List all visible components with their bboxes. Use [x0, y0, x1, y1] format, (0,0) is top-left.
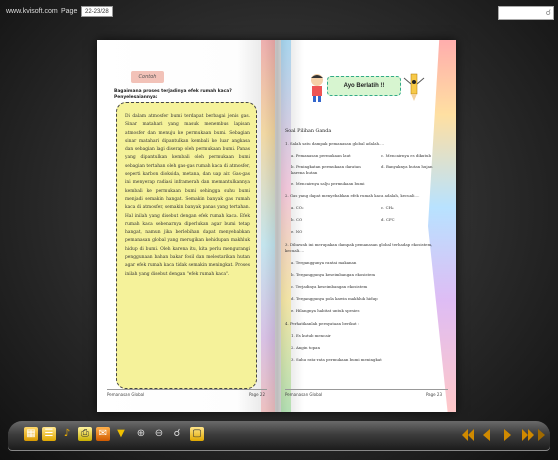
footer-title: Pemanasan Global	[107, 392, 145, 397]
question-2: 2. Gas yang dapat menyebabkan efek rumah…	[285, 193, 420, 198]
left-footer: Pemanasan Global Page 22	[107, 389, 267, 398]
option: b. CO	[291, 217, 303, 222]
question-3-continued: kecuali....	[285, 248, 305, 253]
statement: 2. Angin topan	[291, 345, 320, 350]
bookmark-icon[interactable]: ☰	[42, 427, 56, 441]
fullscreen-icon[interactable]: ▢	[190, 427, 204, 441]
page-corner-decoration	[428, 40, 456, 412]
next-page-icon[interactable]	[504, 429, 511, 441]
search-input[interactable]: ☌	[498, 6, 554, 20]
site-link[interactable]: www.kvisoft.com	[6, 8, 58, 15]
option: e. Mencairnya salju permukaan bumi	[291, 181, 365, 186]
sound-icon[interactable]: ♪	[60, 427, 74, 441]
statement: 3. Suhu rata-rata permukaan bumi meningk…	[291, 357, 382, 362]
option: c. Mencairnya es dikutub	[381, 153, 432, 158]
statement: 1. Es kutub mencair	[291, 333, 331, 338]
share-icon[interactable]: ✉	[96, 427, 110, 441]
zoom-out-icon[interactable]: ⊖	[152, 427, 166, 441]
answer-text: Di dalam atmosfer bumi terdapat berbagai…	[125, 114, 250, 277]
option: c. CH₄	[381, 205, 394, 210]
option: b. Terganggunya keseimbangan ekosistem	[291, 272, 376, 277]
page-number-input[interactable]: 22-23/28	[81, 6, 113, 17]
page-number: Page 23	[425, 392, 442, 397]
page-decoration	[281, 40, 291, 412]
option: e. NO	[291, 229, 303, 234]
first-page-icon[interactable]	[462, 429, 474, 441]
pencil-illustration-icon	[403, 73, 425, 101]
option: d. Banyaknya hutan hujan	[381, 164, 433, 169]
flipbook[interactable]: Contoh Bagaimana proses terjadinya efek …	[97, 40, 456, 412]
option: e. Hilangnya habitat untuk spesies	[291, 308, 360, 313]
page-number: Page 22	[248, 392, 265, 397]
bottom-toolbar: ▦ ☰ ♪ ⎙ ✉ ▼ ⊕ ⊖ ☌ ▢	[8, 421, 550, 451]
student-illustration-icon	[311, 74, 323, 102]
answer-textbox: Di dalam atmosfer bumi terdapat berbagai…	[116, 102, 257, 389]
thumbnails-icon[interactable]: ▦	[24, 427, 38, 441]
right-page[interactable]: Ayo Berlatih !! Soal Pilihan Ganda 1. Sa…	[277, 40, 456, 412]
option: c. Terjadinya keseimbangan ekosistem	[291, 284, 368, 289]
footer-title: Pemanasan Global	[285, 392, 323, 397]
right-footer: Pemanasan Global Page 23	[285, 389, 448, 398]
zoom-in-icon[interactable]: ⊕	[134, 427, 148, 441]
page-label: Page	[61, 8, 78, 15]
print-icon[interactable]: ⎙	[78, 427, 92, 441]
practice-title: Ayo Berlatih !!	[327, 76, 401, 96]
search-icon[interactable]: ☌	[170, 427, 184, 441]
option: a. CO₂	[291, 205, 304, 210]
answer-title: Penyelesaiannya:	[114, 95, 158, 100]
question-1: 1. Salah satu dampak pemanasan global ad…	[285, 141, 384, 146]
autoplay-icon[interactable]	[538, 429, 545, 441]
option-continued: karena hutan	[291, 170, 318, 175]
practice-banner: Ayo Berlatih !!	[307, 70, 427, 104]
previous-page-icon[interactable]	[483, 429, 490, 441]
option: b. Peningkatan permukaan daratan	[291, 164, 361, 169]
example-tab: Contoh	[131, 71, 164, 83]
top-bar: www.kvisoft.com Page 22-23/28 ☌	[0, 0, 558, 28]
section-title: Soal Pilihan Ganda	[285, 129, 332, 134]
question-3: 3. Dibawah ini merupakan dampak pemanasa…	[285, 242, 433, 247]
option: d. CFC	[381, 217, 395, 222]
question-4: 4. Perhatikanlah pernyataan berikut :	[285, 321, 360, 326]
download-icon[interactable]: ▼	[114, 427, 128, 441]
option: d. Terganggunya pola kawin makhluk hidup	[291, 296, 378, 301]
navigation-controls	[462, 429, 545, 441]
question-heading: Bagaimana proses terjadinya efek rumah k…	[114, 89, 264, 101]
option: a. Terganggunya rantai makanan	[291, 260, 357, 265]
last-page-icon[interactable]	[522, 429, 534, 441]
search-icon[interactable]: ☌	[546, 8, 551, 17]
option: a. Pemanasan permukaan laut	[291, 153, 351, 158]
left-page[interactable]: Contoh Bagaimana proses terjadinya efek …	[97, 40, 277, 412]
